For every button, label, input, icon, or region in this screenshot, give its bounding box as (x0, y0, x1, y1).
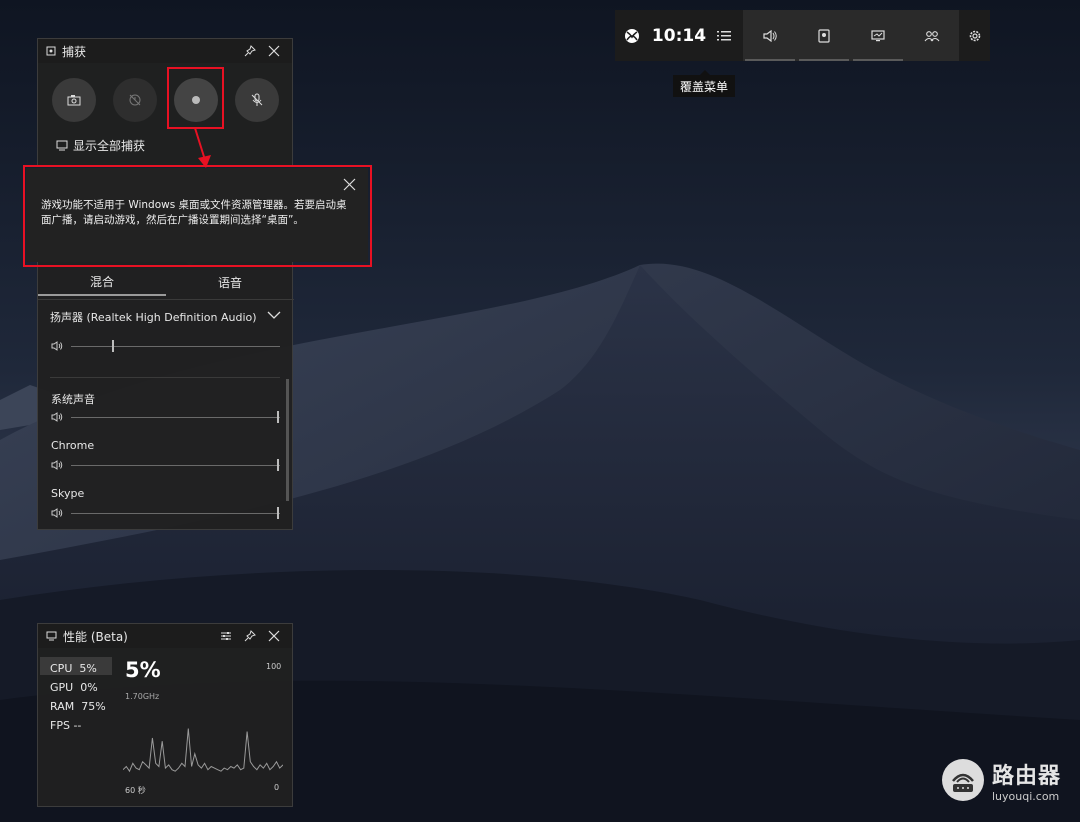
watermark-brand: 路由器 (992, 763, 1062, 789)
speaker-icon (51, 412, 63, 422)
router-logo-icon (942, 759, 984, 801)
skype-volume-thumb[interactable] (277, 507, 279, 519)
pin-icon (244, 630, 256, 642)
options-button[interactable] (216, 626, 236, 646)
capture-icon (46, 46, 56, 56)
metric-label: RAM (50, 700, 75, 713)
output-device-label: 扬声器 (Realtek High Definition Audio) (50, 311, 257, 324)
highlight-notice (23, 165, 372, 267)
chrome-volume-slider[interactable] (71, 465, 280, 466)
capture-icon (818, 28, 830, 43)
camera-icon (67, 95, 81, 106)
xbox-button[interactable] (615, 10, 649, 61)
people-icon (924, 30, 940, 41)
master-volume-thumb[interactable] (111, 340, 114, 352)
close-button[interactable] (264, 41, 284, 61)
record-last-button[interactable] (113, 78, 157, 122)
menu-list-icon (717, 30, 732, 40)
annotation-arrow (194, 127, 211, 168)
xbox-icon (625, 28, 640, 43)
xbox-social-button[interactable] (905, 10, 959, 61)
highlight-record-button (167, 67, 224, 129)
metric-gpu[interactable]: GPU 0% (50, 678, 106, 697)
close-button[interactable] (264, 626, 284, 646)
metric-label: GPU (50, 681, 74, 694)
show-all-captures-label: 显示全部捕获 (73, 139, 146, 153)
graph-max: 100 (266, 662, 282, 671)
metric-list: CPU 5% GPU 0% RAM 75% FPS -- (50, 659, 106, 735)
speaker-icon (51, 341, 63, 351)
show-all-captures-link[interactable]: 显示全部捕获 (56, 137, 145, 154)
divider (50, 377, 280, 378)
audio-widget-button[interactable] (743, 10, 797, 61)
system-volume-slider[interactable] (71, 417, 280, 418)
cpu-frequency: 1.70GHz (125, 692, 160, 701)
performance-panel: 性能 (Beta) CPU 5% GPU 0% RAM 75% FPS -- 5… (37, 623, 293, 807)
close-icon (268, 630, 280, 642)
app-name-chrome: Chrome (51, 439, 95, 452)
graph-time-label: 60 秒 (125, 786, 146, 795)
master-volume-slider[interactable] (71, 346, 280, 347)
capture-title: 捕获 (62, 44, 87, 59)
pin-button[interactable] (240, 626, 260, 646)
speaker-icon (51, 460, 63, 470)
metric-ram[interactable]: RAM 75% (50, 697, 106, 716)
tab-mix[interactable]: 混合 (38, 268, 166, 296)
overlay-menu-button[interactable] (709, 10, 740, 61)
metric-label: CPU (50, 662, 73, 675)
metric-value: 75% (81, 700, 106, 713)
watermark-url: luyouqi.com (992, 789, 1060, 803)
metric-value: 5% (79, 662, 97, 675)
speaker-icon (51, 508, 63, 518)
widget-buttons (743, 10, 960, 61)
gallery-icon (56, 140, 68, 151)
performance-title-bar: 性能 (Beta) (38, 624, 292, 648)
watermark: 路由器 luyouqi.com (940, 757, 1061, 803)
capture-panel: 捕获 显示全部捕获 (37, 38, 293, 166)
cpu-graph (123, 728, 283, 773)
settings-button[interactable] (959, 10, 990, 61)
tooltip-arrow (700, 70, 710, 75)
chevron-down-icon[interactable] (267, 310, 281, 320)
cpu-big-value: 5% (125, 658, 161, 682)
monitor-icon (871, 29, 885, 41)
mic-muted-icon (251, 93, 263, 106)
screenshot-button[interactable] (52, 78, 96, 122)
cpu-graph-line (123, 728, 283, 773)
system-volume-thumb[interactable] (277, 411, 279, 423)
microphone-toggle-button[interactable] (235, 78, 279, 122)
metric-label: FPS (50, 719, 70, 732)
metric-value: 0% (80, 681, 98, 694)
scrollbar[interactable] (286, 379, 289, 501)
monitor-icon (46, 631, 57, 641)
performance-title: 性能 (Beta) (63, 629, 128, 644)
metric-fps[interactable]: FPS -- (50, 716, 106, 735)
app-name-system: 系统声音 (51, 393, 95, 406)
watermark-text: 路由器 luyouqi.com (992, 758, 1061, 803)
graph-min: 0 (274, 783, 280, 792)
divider (38, 299, 294, 300)
skype-volume-slider[interactable] (71, 513, 280, 514)
metric-cpu[interactable]: CPU 5% (50, 659, 106, 678)
record-history-icon (129, 94, 141, 106)
overlay-menu-tooltip: 覆盖菜单 (673, 75, 735, 97)
game-bar: 10:14 (615, 10, 990, 61)
audio-panel: 混合 语音 扬声器 (Realtek High Definition Audio… (37, 250, 294, 530)
speaker-icon (763, 29, 778, 42)
close-icon (268, 45, 280, 57)
pin-button[interactable] (240, 41, 260, 61)
sliders-icon (221, 632, 231, 640)
capture-widget-button[interactable] (797, 10, 851, 61)
clock: 10:14 (651, 25, 707, 46)
performance-widget-button[interactable] (851, 10, 905, 61)
pin-icon (244, 45, 256, 57)
metric-value: -- (73, 719, 82, 732)
gear-icon (969, 30, 980, 41)
tab-voice[interactable]: 语音 (166, 268, 294, 296)
chrome-volume-thumb[interactable] (277, 459, 279, 471)
app-name-skype: Skype (51, 487, 85, 500)
capture-title-bar: 捕获 (38, 39, 292, 63)
